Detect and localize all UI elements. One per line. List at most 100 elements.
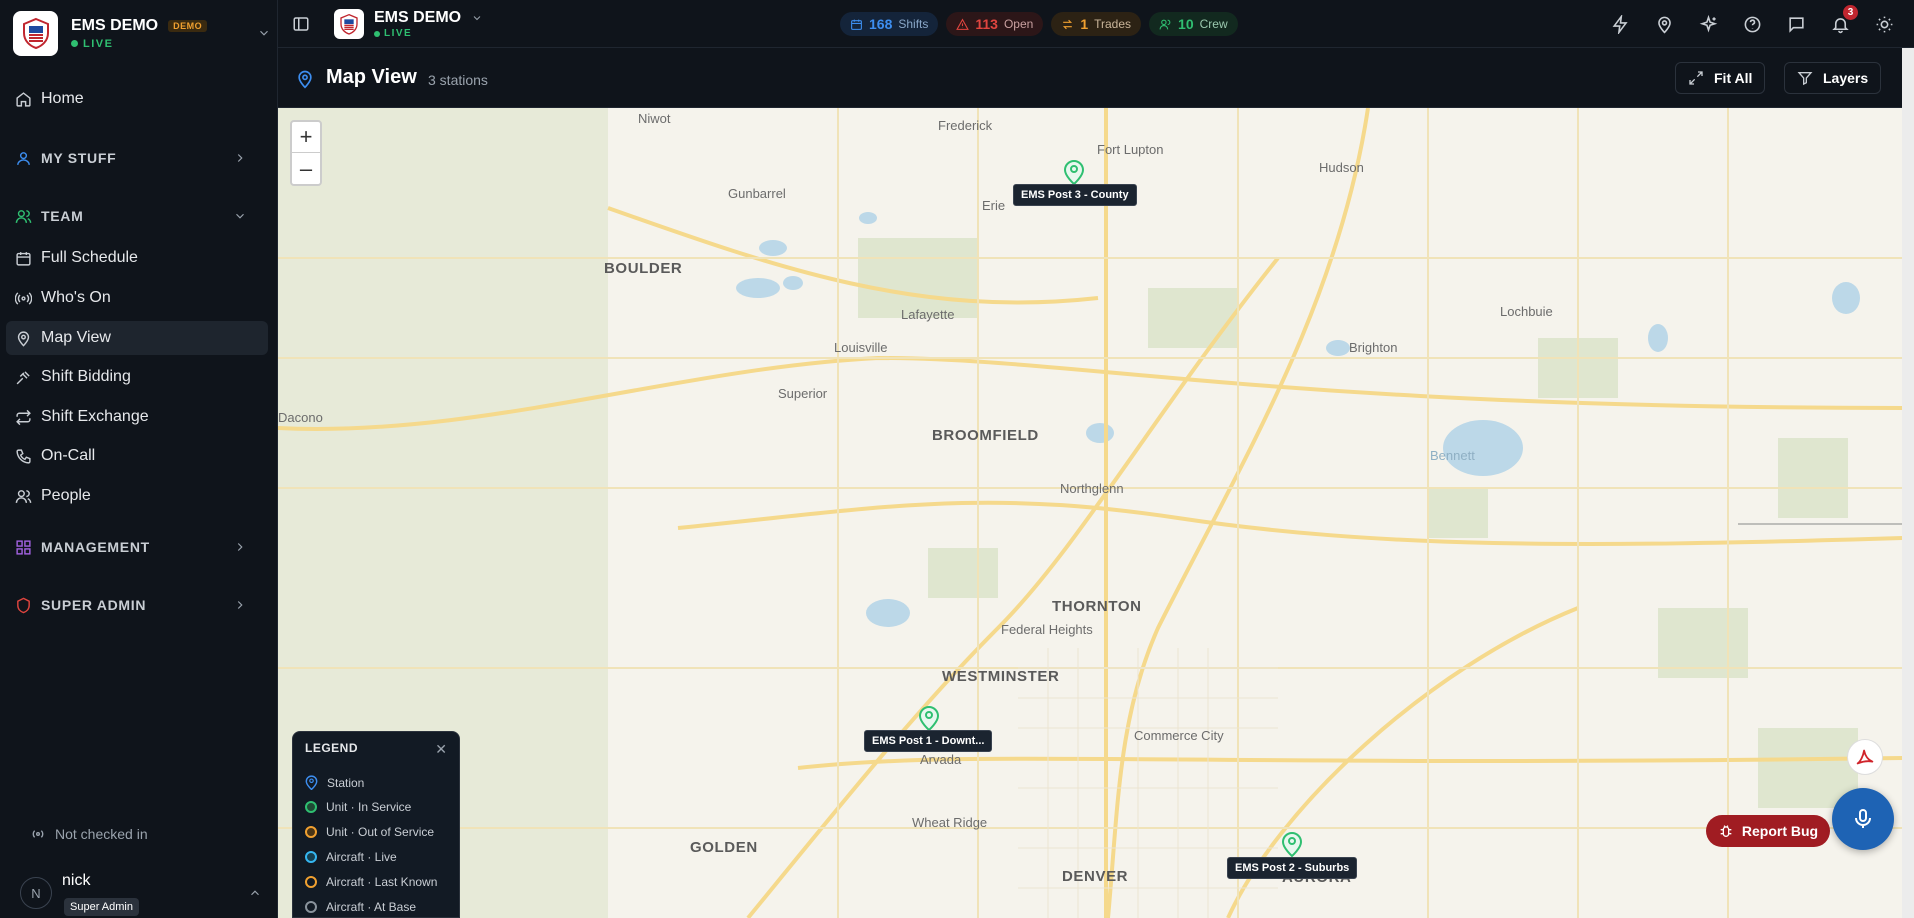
- nav-map-view[interactable]: Map View: [6, 321, 268, 355]
- broadcast-icon: [32, 830, 44, 838]
- place-label: BOULDER: [604, 260, 683, 277]
- checkin-label: Not checked in: [55, 826, 148, 842]
- station-pin-icon: [1063, 160, 1085, 186]
- nav-shift-bidding[interactable]: Shift Bidding: [6, 360, 268, 394]
- nav-home[interactable]: Home: [6, 82, 268, 116]
- zoom-control: + –: [290, 120, 322, 186]
- nav-shift-exchange[interactable]: Shift Exchange: [6, 400, 268, 434]
- place-label: THORNTON: [1052, 598, 1142, 615]
- org-switcher[interactable]: EMS DEMO DEMO LIVE: [13, 10, 271, 56]
- pdf-export-button[interactable]: [1847, 739, 1883, 775]
- legend-label: Aircraft · At Base: [326, 900, 417, 914]
- shield-icon: [17, 597, 30, 613]
- section-team[interactable]: TEAM: [6, 199, 268, 233]
- checkin-status[interactable]: Not checked in: [30, 826, 148, 842]
- notifications-button[interactable]: 3: [1828, 5, 1858, 36]
- zoom-out-button[interactable]: –: [292, 153, 320, 184]
- pdf-icon: [1856, 749, 1874, 765]
- sparkles-icon: [1699, 14, 1717, 33]
- nav-full-schedule[interactable]: Full Schedule: [6, 241, 268, 275]
- zoom-in-button[interactable]: +: [292, 122, 320, 153]
- status-dot-icon: [305, 901, 317, 913]
- legend-title: LEGEND: [305, 741, 359, 755]
- sun-icon: [1876, 16, 1892, 32]
- fit-all-button[interactable]: Fit All: [1675, 62, 1766, 94]
- place-label: Commerce City: [1134, 728, 1224, 743]
- close-icon[interactable]: ✕: [435, 741, 447, 758]
- legend-item: Unit · In Service: [305, 800, 411, 814]
- station-label[interactable]: EMS Post 3 - County: [1013, 184, 1137, 206]
- messages-button[interactable]: [1784, 12, 1808, 36]
- scrollbar[interactable]: [1902, 48, 1914, 918]
- swap-icon: [1063, 19, 1073, 29]
- location-button[interactable]: [1652, 12, 1676, 36]
- station-label[interactable]: EMS Post 1 - Downt...: [864, 730, 993, 752]
- calendar-icon: [851, 19, 862, 30]
- toolbar-icons: 3: [1608, 5, 1914, 36]
- chevron-down-icon[interactable]: [257, 26, 271, 40]
- nav-on-call[interactable]: On-Call: [6, 439, 268, 473]
- nav-people[interactable]: People: [6, 479, 268, 513]
- avatar: N: [20, 877, 52, 909]
- quick-actions-button[interactable]: [1608, 12, 1632, 36]
- layers-button[interactable]: Layers: [1784, 62, 1882, 94]
- section-super-admin[interactable]: SUPER ADMIN: [6, 588, 268, 622]
- station-label[interactable]: EMS Post 2 - Suburbs: [1227, 857, 1358, 879]
- notification-badge: 3: [1843, 5, 1858, 20]
- user-name: nick: [62, 872, 91, 889]
- report-bug-button[interactable]: Report Bug: [1706, 815, 1830, 847]
- stat-crew[interactable]: 10 Crew: [1149, 12, 1238, 36]
- voice-assistant-button[interactable]: [1832, 788, 1894, 850]
- org-name: EMS DEMO: [374, 9, 462, 26]
- place-label: Niwot: [638, 111, 671, 126]
- sidebar-toggle-icon[interactable]: [292, 15, 310, 33]
- legend-label: Aircraft · Last Known: [326, 875, 438, 889]
- section-my-stuff[interactable]: MY STUFF: [6, 141, 268, 175]
- org-logo: [13, 10, 58, 56]
- place-label: Superior: [778, 386, 828, 401]
- chevron-right-icon: [237, 543, 243, 551]
- ai-assistant-button[interactable]: [1696, 12, 1720, 36]
- page-header: Map View 3 stations Fit All Layers: [278, 48, 1914, 108]
- place-label: Fort Lupton: [1097, 142, 1164, 157]
- alert-triangle-icon: [956, 18, 970, 30]
- live-status: LIVE: [83, 37, 114, 50]
- help-button[interactable]: [1740, 12, 1764, 36]
- stat-trades[interactable]: 1 Trades: [1051, 12, 1142, 36]
- legend-label: Unit · Out of Service: [326, 825, 435, 839]
- map-pin-icon: [298, 70, 312, 89]
- expand-icon: [1689, 71, 1703, 85]
- nav-label: People: [41, 487, 91, 504]
- status-dot-icon: [305, 801, 317, 813]
- place-label: Lafayette: [901, 307, 955, 322]
- map-pin-icon: [17, 330, 30, 347]
- nav-label: Who's On: [41, 289, 111, 306]
- section-label: MANAGEMENT: [41, 539, 150, 555]
- nav-label: Home: [41, 90, 84, 107]
- place-label: Dacono: [278, 410, 323, 425]
- place-label: Bennett: [1430, 448, 1475, 463]
- nav-label: Shift Exchange: [41, 408, 149, 425]
- map-legend: LEGEND ✕ Station Unit · In Service Unit …: [292, 731, 460, 918]
- nav-label: On-Call: [41, 447, 96, 464]
- legend-item: Aircraft · At Base: [305, 900, 416, 914]
- grid-icon: [16, 539, 31, 555]
- users-icon: [1159, 19, 1171, 29]
- users-icon: [15, 209, 32, 223]
- map-canvas[interactable]: Niwot Frederick Fort Lupton Hudson Gunba…: [278, 108, 1902, 918]
- stat-shifts[interactable]: 168 Shifts: [840, 12, 939, 36]
- nav-whos-on[interactable]: Who's On: [6, 281, 268, 315]
- filter-icon: [1797, 72, 1813, 86]
- user-role-badge: Super Admin: [64, 898, 139, 916]
- legend-label: Unit · In Service: [326, 800, 412, 814]
- section-label: SUPER ADMIN: [41, 597, 147, 613]
- section-management[interactable]: MANAGEMENT: [6, 530, 268, 564]
- org-selector[interactable]: EMS DEMO LIVE: [334, 9, 483, 39]
- theme-toggle-button[interactable]: [1872, 12, 1896, 36]
- status-dot-icon: [305, 851, 317, 863]
- stat-open[interactable]: 113 Open: [946, 12, 1044, 36]
- user-icon: [17, 151, 30, 165]
- gavel-icon: [16, 370, 30, 384]
- user-menu[interactable]: N nick Super Admin: [20, 870, 268, 916]
- station-count: 3 stations: [428, 72, 488, 88]
